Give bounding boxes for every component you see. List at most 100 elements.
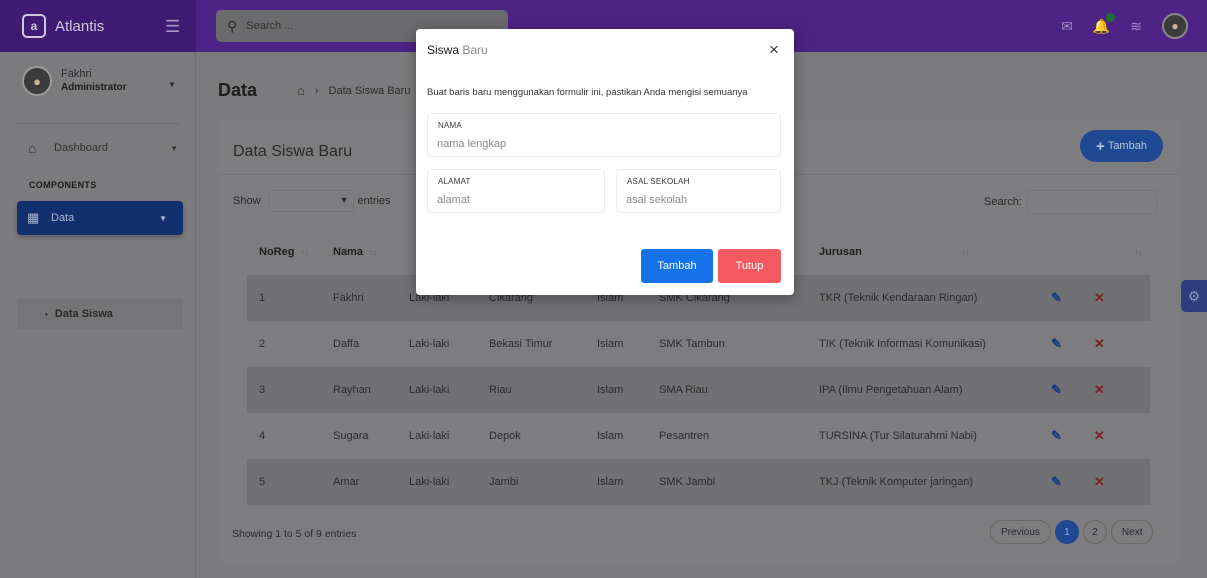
alamat-input[interactable] xyxy=(437,194,578,206)
previous-page-button[interactable]: Previous xyxy=(990,520,1051,544)
breadcrumb-item[interactable]: Data Siswa Baru xyxy=(329,85,411,97)
cell-school: Pesantren xyxy=(659,430,710,442)
column-header-label: Jurusan xyxy=(819,245,862,258)
home-icon[interactable]: ⌂ xyxy=(297,83,305,98)
asal-sekolah-input[interactable] xyxy=(626,194,757,206)
alamat-label: ALAMAT xyxy=(438,177,471,186)
page-button[interactable]: 2 xyxy=(1082,520,1107,544)
delete-icon[interactable]: ✕ xyxy=(1094,336,1105,351)
cell-gender: Laki-laki xyxy=(409,430,450,442)
cell-noreg: 5 xyxy=(247,459,321,505)
sidebar-item-data[interactable]: ▦ Data ▼ xyxy=(17,201,183,235)
page-button[interactable]: 1 xyxy=(1054,520,1079,544)
edit-icon[interactable]: ✎ xyxy=(1051,290,1062,305)
settings-gear-icon[interactable]: ⚙ xyxy=(1181,280,1207,312)
bell-icon[interactable]: 🔔 xyxy=(1093,12,1116,35)
logo-letter: a xyxy=(30,19,38,33)
sidebar-item-dashboard[interactable]: ⌂ Dashboard ▼ xyxy=(28,140,178,156)
cell-actions: ✎ ✕ xyxy=(1025,459,1150,505)
cell-jurusan: TKR (Teknik Kendaraan Ringan) xyxy=(807,275,1025,321)
cell-nama: Rayhan xyxy=(321,367,397,413)
asal-sekolah-field: ASAL SEKOLAH xyxy=(616,169,781,213)
edit-icon[interactable]: ✎ xyxy=(1051,336,1062,351)
envelope-icon[interactable]: ✉ xyxy=(1061,18,1073,35)
sort-icon: ↑↓ xyxy=(368,247,377,257)
cell-school: SMA Riau xyxy=(647,367,807,413)
brand-name[interactable]: Atlantis xyxy=(55,18,104,35)
next-page-button[interactable]: Next xyxy=(1110,520,1154,544)
edit-icon[interactable]: ✎ xyxy=(1051,382,1062,397)
submit-tambah-button[interactable]: Tambah xyxy=(641,249,713,283)
nama-input[interactable] xyxy=(437,138,719,150)
table-info: Showing 1 to 5 of 9 entries xyxy=(232,528,357,540)
sort-icon: ↑↓ xyxy=(961,247,970,257)
logo-header: a Atlantis ☰ xyxy=(0,0,196,52)
hamburger-menu-icon[interactable]: ☰ xyxy=(165,17,180,37)
asal-sekolah-label: ASAL SEKOLAH xyxy=(627,177,690,186)
chevron-down-icon: ▼ xyxy=(339,195,349,205)
delete-icon[interactable]: ✕ xyxy=(1094,428,1105,443)
table-row: 3 Rayhan Laki-laki Riau Islam SMA Riau I… xyxy=(247,367,1150,413)
user-name: Fakhri xyxy=(61,68,92,80)
search-icon[interactable]: ⚲ xyxy=(227,18,237,35)
table-row: 4 Sugara Laki-laki Depok Islam Pesantren… xyxy=(247,413,1150,459)
layers-icon[interactable]: ≋ xyxy=(1130,18,1142,35)
chevron-right-icon: › xyxy=(314,84,319,97)
alamat-field: ALAMAT xyxy=(427,169,605,213)
cell-noreg: 2 xyxy=(259,338,266,350)
card-title: Data Siswa Baru xyxy=(233,143,353,160)
table-search: Search: xyxy=(984,190,1157,214)
cell-religion: Islam xyxy=(585,459,647,505)
notification-dot xyxy=(1106,12,1116,22)
atlantis-logo-icon[interactable]: a xyxy=(22,14,46,38)
cell-religion: Islam xyxy=(597,338,624,350)
chevron-down-icon: ▼ xyxy=(159,213,167,223)
sidebar-item-label: Data xyxy=(51,212,75,224)
column-header[interactable]: ↑↓ xyxy=(1025,228,1150,275)
close-icon[interactable]: × xyxy=(769,41,779,58)
column-header[interactable]: NoReg ↑↓ xyxy=(247,228,321,275)
cell-jurusan: IPA (Ilmu Pengetahuan Alam) xyxy=(807,367,1025,413)
delete-icon[interactable]: ✕ xyxy=(1094,382,1105,397)
cell-jurusan: TURSINA (Tur Silaturahmi Nabi) xyxy=(819,430,977,442)
topbar-avatar[interactable]: ● xyxy=(1162,13,1188,39)
cell-gender: Laki-laki xyxy=(397,459,477,505)
cell-school: SMK Tambun xyxy=(659,338,725,350)
user-caret-icon[interactable]: ▼ xyxy=(168,80,176,89)
pagination: Previous 1 2 Next xyxy=(986,520,1154,544)
table-search-input[interactable] xyxy=(1026,190,1157,214)
delete-icon[interactable]: ✕ xyxy=(1094,474,1105,489)
cell-noreg: 3 xyxy=(247,367,321,413)
sidebar-subitem-data-siswa[interactable]: • Data Siswa xyxy=(17,299,183,329)
modal-title: Siswa Baru xyxy=(427,43,488,57)
tutup-button[interactable]: Tutup xyxy=(718,249,781,283)
table-row: 2 Daffa Laki-laki Bekasi Timur Islam SMK… xyxy=(247,321,1150,367)
modal-title-light: Baru xyxy=(462,43,488,57)
edit-icon[interactable]: ✎ xyxy=(1051,474,1062,489)
user-text: Fakhri Administrator xyxy=(61,67,127,95)
add-row-button[interactable]: + Tambah xyxy=(1080,130,1163,162)
cell-noreg: 1 xyxy=(247,275,321,321)
search-label: Search: xyxy=(984,196,1022,208)
cell-jurusan: TIK (Teknik Informasi Komunikasi) xyxy=(819,338,986,350)
edit-icon[interactable]: ✎ xyxy=(1051,428,1062,443)
table-icon: ▦ xyxy=(27,210,40,225)
cell-religion: Islam xyxy=(585,367,647,413)
cell-actions: ✎ ✕ xyxy=(1025,321,1150,367)
column-header-label: NoReg xyxy=(259,245,295,258)
cell-actions: ✎ ✕ xyxy=(1025,367,1150,413)
column-header[interactable]: Jurusan ↑↓ xyxy=(807,228,1025,275)
nama-field: NAMA xyxy=(427,113,781,157)
sidebar-user[interactable]: ● Fakhri Administrator xyxy=(22,66,127,96)
sidebar-subitem-label: Data Siswa xyxy=(54,308,113,320)
section-title: COMPONENTS xyxy=(29,180,97,190)
sort-icon: ↑↓ xyxy=(300,247,309,257)
sidebar-item-label: Dashboard xyxy=(54,142,108,154)
cell-nama: Sugara xyxy=(333,430,369,442)
cell-nama: Fakhri xyxy=(321,275,397,321)
page-title: Data xyxy=(218,80,258,100)
delete-icon[interactable]: ✕ xyxy=(1094,290,1105,305)
entries-select[interactable]: ▼ xyxy=(267,190,354,212)
cell-religion: Islam xyxy=(597,430,624,442)
column-header[interactable]: Nama ↑↓ xyxy=(321,228,397,275)
